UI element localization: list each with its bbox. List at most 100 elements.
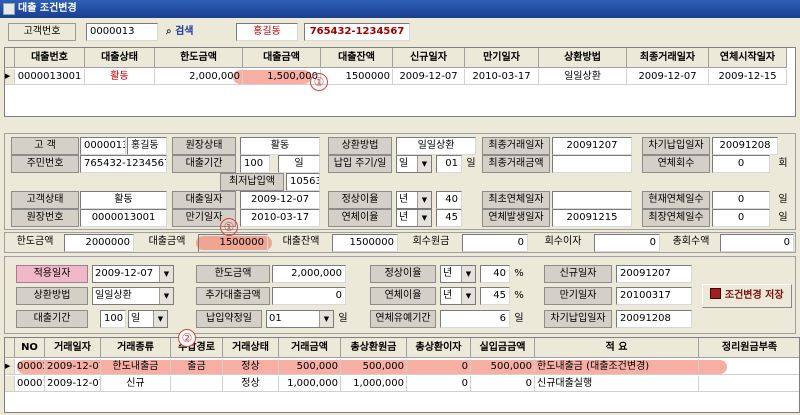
chevron-down-icon: ▼ <box>159 266 173 282</box>
table-cell[interactable]: 2009-12-07 <box>45 376 101 392</box>
rrn-label: 주민번호 <box>11 155 79 173</box>
apply-date-select[interactable]: 2009-12-07 ▼ <box>92 265 174 283</box>
cur-overdue-field: 0 <box>712 191 770 209</box>
column-header[interactable]: 총상환원금 <box>341 338 407 358</box>
edit-maturity-field[interactable]: 20100317 <box>616 287 692 305</box>
column-header[interactable]: 대출상태 <box>85 48 155 68</box>
column-header[interactable]: 정리원금부족 <box>699 338 799 358</box>
column-header[interactable]: 최종거래일자 <box>627 48 709 68</box>
edit-normal-rate-unit-select[interactable]: 년 ▼ <box>440 265 476 283</box>
info-cust-no: 0000013 <box>80 137 126 155</box>
table-cell[interactable]: 500,000 <box>341 359 407 375</box>
edit-pay-day-label: 납입약정일 <box>196 310 262 328</box>
table-cell[interactable]: 일일상환 <box>539 69 627 85</box>
table-cell[interactable]: 0 <box>407 359 471 375</box>
overdue-rate-unit-select[interactable]: 년 ▼ <box>396 209 432 227</box>
column-header[interactable]: 대출잔액 <box>321 48 393 68</box>
add-loan-input[interactable]: 0 <box>272 287 346 305</box>
edit-normal-rate-input[interactable]: 40 <box>480 265 510 283</box>
table-cell[interactable]: 2009-12-07 <box>45 359 101 375</box>
column-header[interactable]: 적 요 <box>535 338 699 358</box>
edit-limit-input[interactable]: 2,000,000 <box>272 265 346 283</box>
transaction-grid[interactable]: NO 거래일자 거래종류 수납경로 거래상태 거래금액 총상환원금 총상환이자 실입금금액 적 요… <box>4 337 800 413</box>
edit-next-pay-field[interactable]: 20091208 <box>616 310 692 328</box>
edit-period-input[interactable]: 100 <box>100 310 126 328</box>
table-cell[interactable]: 2009-12-07 <box>393 69 465 85</box>
table-cell[interactable]: 신규 <box>101 376 171 392</box>
table-cell[interactable]: 한도내출금 <box>101 359 171 375</box>
save-conditions-button[interactable]: 조건변경 저장 <box>702 284 792 308</box>
table-cell[interactable]: 신규대출실행 <box>535 376 699 392</box>
column-header[interactable]: 연체시작일자 <box>709 48 787 68</box>
edit-limit-label: 한도금액 <box>196 265 270 283</box>
column-header[interactable]: 대출금액 <box>243 48 321 68</box>
row-selector-icon[interactable]: ▶ <box>5 69 15 85</box>
apply-date-label: 적용일자 <box>16 265 88 283</box>
grace-input[interactable]: 6 <box>440 310 510 328</box>
acct-status-field: 활동 <box>240 137 320 155</box>
table-cell[interactable]: 500,000 <box>471 359 535 375</box>
table-cell[interactable] <box>171 376 223 392</box>
table-cell[interactable] <box>699 376 799 392</box>
column-header[interactable]: 총상환이자 <box>407 338 471 358</box>
column-header[interactable]: NO <box>15 338 45 358</box>
cust-status-field: 활동 <box>80 191 167 209</box>
column-header[interactable]: 대출번호 <box>15 48 85 68</box>
amt-collected-label: 회수원금 <box>412 236 450 247</box>
amt-limit-label: 한도금액 <box>16 236 54 247</box>
table-cell[interactable]: 한도내출금 (대출조건변경) <box>535 359 699 375</box>
table-cell[interactable]: 출금 <box>171 359 223 375</box>
cust-no-input[interactable]: 0000013 <box>86 23 158 41</box>
column-header[interactable]: 신규일자 <box>393 48 465 68</box>
table-cell[interactable]: 2010-03-17 <box>465 69 539 85</box>
table-cell[interactable]: 활동 <box>85 69 155 85</box>
pay-cycle-select[interactable]: 일 ▼ <box>396 155 432 173</box>
table-cell[interactable]: 1,000,000 <box>279 376 341 392</box>
chevron-down-icon: ▼ <box>159 288 173 304</box>
amt-balance-field: 1500000 <box>332 234 398 252</box>
window-title-bar: 대출 조건변경 <box>0 0 800 18</box>
column-header[interactable]: 거래상태 <box>223 338 279 358</box>
table-cell[interactable]: 00001 <box>15 376 45 392</box>
column-header[interactable]: 거래금액 <box>279 338 341 358</box>
table-cell[interactable]: 2009-12-07 <box>627 69 709 85</box>
column-header[interactable]: 실입금금액 <box>471 338 535 358</box>
chevron-down-icon: ▼ <box>153 311 167 327</box>
normal-rate-unit-select[interactable]: 년 ▼ <box>396 191 432 209</box>
table-cell[interactable]: 1,000,000 <box>341 376 407 392</box>
chevron-down-icon: ▼ <box>319 311 333 327</box>
search-button[interactable]: ⌕ 검색 <box>166 23 194 41</box>
edit-overdue-rate-unit-select[interactable]: 년 ▼ <box>440 287 476 305</box>
edit-pay-day-select[interactable]: 01 ▼ <box>266 310 334 328</box>
table-cell[interactable]: 0 <box>407 376 471 392</box>
row-selector-icon[interactable]: ▶ <box>5 359 15 375</box>
max-overdue-label: 최장연체일수 <box>642 209 710 227</box>
table-cell[interactable]: 0000013001 <box>15 69 85 85</box>
edit-period-unit-select[interactable]: 일 ▼ <box>128 310 168 328</box>
cust-status-label: 고객상태 <box>11 191 79 209</box>
table-cell[interactable]: 00002 <box>15 359 45 375</box>
edit-overdue-rate-input[interactable]: 45 <box>480 287 510 305</box>
table-cell[interactable]: 500,000 <box>279 359 341 375</box>
maturity-field: 2010-03-17 <box>240 209 320 227</box>
column-header[interactable]: 한도금액 <box>155 48 243 68</box>
cur-overdue-unit: 일 <box>778 194 788 205</box>
table-cell[interactable]: 2009-12-15 <box>709 69 787 85</box>
table-cell[interactable]: 1500000 <box>321 69 393 85</box>
column-header[interactable]: 거래종류 <box>101 338 171 358</box>
column-header[interactable]: 거래일자 <box>45 338 101 358</box>
edit-repay-select[interactable]: 일일상환 ▼ <box>92 287 174 305</box>
table-cell[interactable]: 2,000,000 <box>155 69 243 85</box>
table-cell[interactable]: 정상 <box>223 376 279 392</box>
column-header[interactable]: 상환방법 <box>539 48 627 68</box>
last-overdue-label: 최초연체일자 <box>482 191 550 209</box>
edit-overdue-rate-pct: % <box>514 290 524 301</box>
overdue-rate-label: 연체이율 <box>328 209 392 227</box>
table-cell[interactable] <box>699 359 799 375</box>
column-header[interactable]: 만기일자 <box>465 48 539 68</box>
loan-grid[interactable]: 대출번호 대출상태 한도금액 대출금액 대출잔액 신규일자 만기일자 상환방법 최종거래일자 연체… <box>4 47 796 117</box>
row-selector-icon[interactable] <box>5 376 15 392</box>
table-cell[interactable]: 0 <box>471 376 535 392</box>
table-cell[interactable]: 정상 <box>223 359 279 375</box>
grace-label: 연체유예기간 <box>370 310 436 328</box>
